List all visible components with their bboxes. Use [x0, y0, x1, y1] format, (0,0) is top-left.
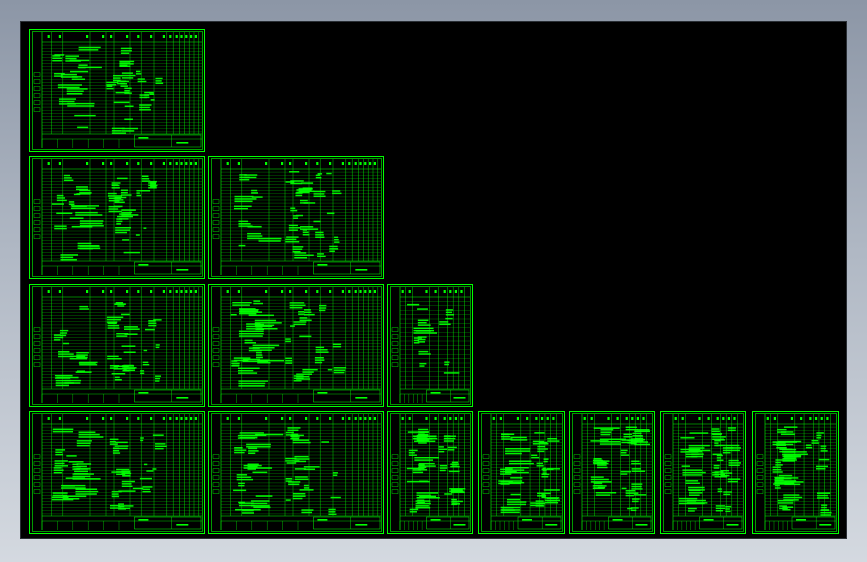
sheet-10[interactable] [478, 411, 565, 534]
sheet-4[interactable] [29, 284, 205, 407]
sheet-6-table [391, 287, 470, 403]
sheet-13[interactable] [752, 411, 839, 534]
sheet-11-table [573, 414, 652, 530]
sheet-8-table [212, 414, 381, 530]
cad-model-space-canvas[interactable] [20, 21, 847, 539]
sheet-6[interactable] [387, 284, 473, 407]
sheet-2-table [33, 159, 202, 275]
sheet-4-table [33, 287, 202, 403]
sheet-13-table [756, 414, 836, 530]
sheet-8[interactable] [208, 411, 384, 534]
sheet-9[interactable] [387, 411, 473, 534]
sheet-7[interactable] [29, 411, 205, 534]
sheet-1-table [33, 32, 202, 148]
sheet-3[interactable] [208, 156, 384, 279]
sheet-5[interactable] [208, 284, 384, 407]
drawing-sheets [29, 29, 839, 534]
sheet-3-table [212, 159, 381, 275]
sheet-5-table [212, 287, 381, 403]
sheet-7-table [33, 414, 202, 530]
sheet-12-table [664, 414, 743, 530]
sheet-12[interactable] [660, 411, 746, 534]
sheet-11[interactable] [569, 411, 655, 534]
sheet-2[interactable] [29, 156, 205, 279]
sheet-9-table [391, 414, 470, 530]
sheet-10-table [482, 414, 562, 530]
sheet-1[interactable] [29, 29, 205, 152]
